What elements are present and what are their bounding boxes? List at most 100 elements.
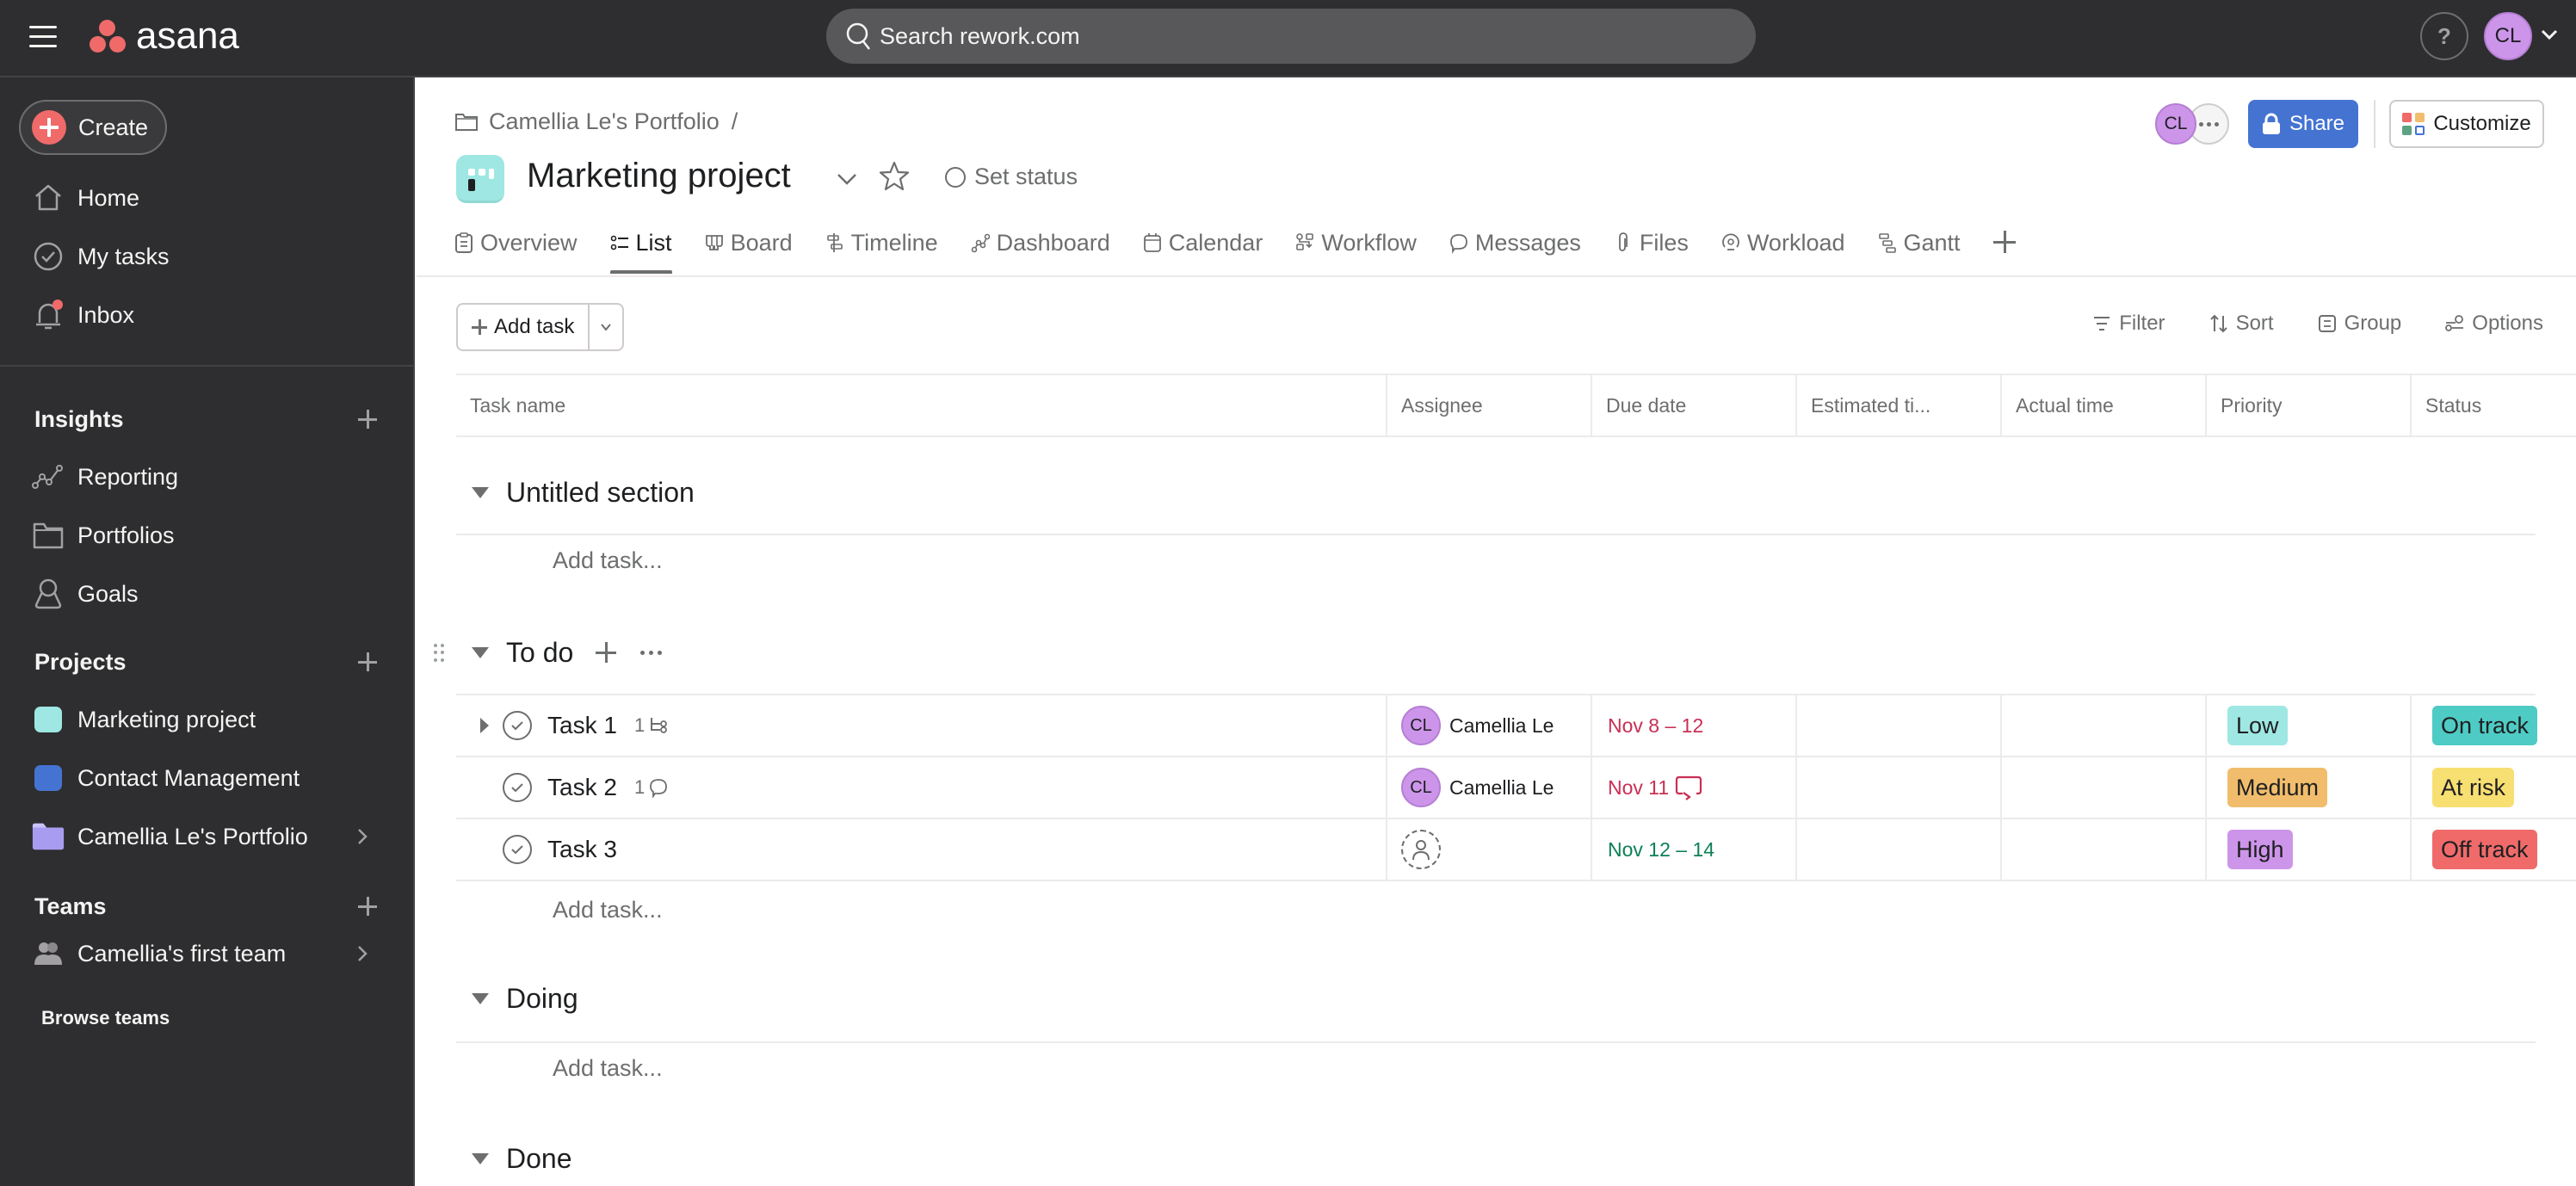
column-header-priority[interactable]: Priority (2207, 375, 2412, 435)
collapse-caret-icon[interactable] (472, 486, 489, 498)
tab-dashboard[interactable]: Dashboard (971, 224, 1110, 262)
estimated-time-cell[interactable] (1797, 757, 2002, 818)
column-header-status[interactable]: Status (2412, 375, 2576, 435)
due-date[interactable]: Nov 12 – 14 (1608, 838, 1714, 862)
insights-heading[interactable]: Insights (34, 406, 124, 433)
user-avatar[interactable]: CL (2484, 12, 2532, 60)
task-name[interactable]: Task 3 (547, 836, 617, 863)
tab-workflow[interactable]: Workflow (1295, 224, 1417, 262)
complete-task-checkbox[interactable] (503, 711, 532, 740)
project-icon[interactable] (456, 155, 504, 203)
actual-time-cell[interactable] (2002, 695, 2207, 756)
sidebar-item-inbox[interactable]: Inbox (15, 291, 399, 339)
estimated-time-cell[interactable] (1797, 695, 2002, 756)
actual-time-cell[interactable] (2002, 819, 2207, 880)
collapse-caret-icon[interactable] (472, 992, 489, 1004)
collapse-caret-icon[interactable] (472, 1152, 489, 1164)
assignee-name[interactable]: Camellia Le (1449, 776, 1554, 800)
sidebar-team-camellia[interactable]: Camellia's first team (15, 930, 399, 978)
sort-button[interactable]: Sort (2208, 312, 2274, 336)
sidebar-item-portfolios[interactable]: Portfolios (15, 511, 399, 559)
add-task-inline[interactable]: Add task... (553, 897, 663, 923)
search-input[interactable] (880, 22, 1654, 50)
add-task-inline[interactable]: Add task... (553, 547, 663, 574)
task-row[interactable]: Task 1 1 CL Camellia Le Nov 8 – 12 Low O… (456, 695, 2576, 757)
add-task-button[interactable]: Add task (458, 305, 588, 349)
section-title[interactable]: Untitled section (506, 477, 695, 509)
section-more-icon[interactable] (640, 650, 663, 655)
column-header-estimated-time[interactable]: Estimated ti... (1797, 375, 2002, 435)
account-chevron-down-icon[interactable] (2539, 26, 2560, 43)
project-options-chevron-icon[interactable] (835, 170, 859, 188)
add-task-dropdown[interactable] (588, 305, 622, 349)
complete-task-checkbox[interactable] (503, 835, 532, 864)
sidebar-project-marketing[interactable]: Marketing project (15, 695, 399, 744)
set-status-button[interactable]: Set status (945, 164, 1078, 190)
assignee-cell[interactable]: CL Camellia Le (1387, 757, 1592, 818)
unassigned-avatar-icon[interactable] (1401, 830, 1441, 869)
project-title[interactable]: Marketing project (527, 157, 791, 195)
expand-subtasks-icon[interactable] (480, 718, 489, 733)
help-button[interactable]: ? (2420, 12, 2468, 60)
tab-list[interactable]: List (609, 224, 672, 274)
drag-handle-icon[interactable] (434, 644, 444, 663)
sidebar-item-goals[interactable]: Goals (15, 570, 399, 618)
task-row[interactable]: Task 3 Nov 12 – 14 High Off track (456, 819, 2576, 881)
tab-board[interactable]: Board (705, 224, 793, 262)
complete-task-checkbox[interactable] (503, 773, 532, 802)
column-header-actual-time[interactable]: Actual time (2002, 375, 2207, 435)
tab-files[interactable]: Files (1614, 224, 1689, 262)
assignee-cell[interactable] (1387, 819, 1592, 880)
status-cell[interactable]: Off track (2412, 819, 2576, 880)
tab-calendar[interactable]: Calendar (1143, 224, 1263, 262)
add-task-inline[interactable]: Add task... (553, 1055, 663, 1082)
subtask-count[interactable]: 1 (634, 714, 669, 737)
due-date[interactable]: Nov 8 – 12 (1608, 714, 1703, 738)
due-date-cell[interactable]: Nov 8 – 12 (1592, 695, 1797, 756)
tab-overview[interactable]: Overview (454, 224, 578, 262)
task-name[interactable]: Task 1 (547, 712, 617, 739)
due-date-cell[interactable]: Nov 11 (1592, 757, 1797, 818)
filter-button[interactable]: Filter (2091, 312, 2165, 336)
sidebar-item-my-tasks[interactable]: My tasks (15, 232, 399, 281)
chevron-right-icon[interactable] (356, 943, 368, 964)
due-date[interactable]: Nov 11 (1608, 775, 1703, 800)
task-row[interactable]: Task 2 1 CL Camellia Le Nov 11 Medium At… (456, 757, 2576, 819)
assignee-cell[interactable]: CL Camellia Le (1387, 695, 1592, 756)
estimated-time-cell[interactable] (1797, 819, 2002, 880)
sidebar-item-reporting[interactable]: Reporting (15, 453, 399, 501)
priority-cell[interactable]: Medium (2207, 757, 2412, 818)
section-title[interactable]: Doing (506, 983, 578, 1015)
status-badge[interactable]: On track (2432, 706, 2538, 745)
projects-heading[interactable]: Projects (34, 649, 127, 676)
priority-cell[interactable]: High (2207, 819, 2412, 880)
tab-workload[interactable]: Workload (1721, 224, 1845, 262)
status-badge[interactable]: At risk (2432, 768, 2515, 807)
tab-timeline[interactable]: Timeline (825, 224, 938, 262)
column-header-due-date[interactable]: Due date (1592, 375, 1797, 435)
status-cell[interactable]: On track (2412, 695, 2576, 756)
column-header-assignee[interactable]: Assignee (1387, 375, 1592, 435)
section-title[interactable]: To do (506, 637, 573, 669)
options-button[interactable]: Options (2444, 312, 2543, 336)
sidebar-project-contact-management[interactable]: Contact Management (15, 754, 399, 802)
group-button[interactable]: Group (2317, 312, 2401, 336)
tab-messages[interactable]: Messages (1449, 224, 1581, 262)
priority-badge[interactable]: Medium (2227, 768, 2328, 807)
search-bar[interactable] (826, 9, 1756, 64)
tab-gantt[interactable]: Gantt (1878, 224, 1961, 262)
section-title[interactable]: Done (506, 1143, 572, 1175)
comment-count[interactable]: 1 (634, 776, 669, 799)
customize-button[interactable]: Customize (2389, 100, 2544, 148)
teams-heading[interactable]: Teams (34, 893, 107, 920)
assignee-name[interactable]: Camellia Le (1449, 714, 1554, 738)
collapse-caret-icon[interactable] (472, 646, 489, 658)
assignee-avatar[interactable]: CL (1401, 706, 1441, 745)
add-insight-icon[interactable] (358, 410, 379, 430)
chevron-right-icon[interactable] (356, 826, 368, 847)
column-header-task-name[interactable]: Task name (456, 375, 1387, 435)
actual-time-cell[interactable] (2002, 757, 2207, 818)
status-badge[interactable]: Off track (2432, 830, 2537, 869)
due-date-cell[interactable]: Nov 12 – 14 (1592, 819, 1797, 880)
browse-teams-link[interactable]: Browse teams (41, 1007, 170, 1029)
